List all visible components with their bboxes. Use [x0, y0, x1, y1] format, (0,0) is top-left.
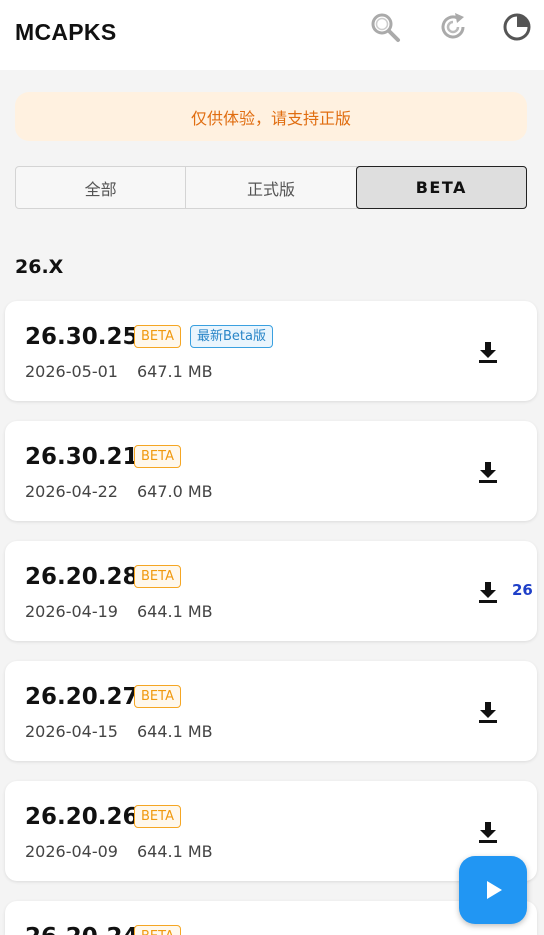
- download-icon[interactable]: [475, 339, 501, 365]
- file-size: 644.1 MB: [136, 602, 213, 621]
- beta-badge: BETA: [134, 325, 181, 348]
- version-card[interactable]: 26.30.21 BETA 2026-04-22 647.0 MB: [5, 421, 537, 521]
- beta-badge: BETA: [134, 445, 181, 468]
- beta-badge: BETA: [134, 805, 181, 828]
- search-icon[interactable]: [368, 10, 402, 44]
- download-icon[interactable]: [475, 579, 501, 605]
- release-date: 2026-04-09: [25, 842, 118, 861]
- theme-toggle-icon[interactable]: [500, 10, 534, 44]
- version-meta: 2026-04-15 644.1 MB: [25, 722, 213, 741]
- refresh-icon[interactable]: [436, 10, 470, 44]
- file-size: 644.1 MB: [136, 722, 213, 741]
- top-app-bar: MCAPKS: [0, 0, 544, 70]
- tab-beta-label: BETA: [415, 178, 467, 197]
- download-icon[interactable]: [475, 699, 501, 725]
- version-card[interactable]: 26.20.27 BETA 2026-04-15 644.1 MB: [5, 661, 537, 761]
- file-size: 647.0 MB: [136, 482, 213, 501]
- version-card[interactable]: 26.20.24 BETA: [5, 901, 537, 935]
- tab-release-label: 正式版: [246, 179, 295, 199]
- tab-release[interactable]: 正式版: [186, 167, 357, 208]
- release-date: 2026-04-15: [25, 722, 118, 741]
- app-title: MCAPKS: [15, 19, 117, 45]
- release-date: 2026-04-22: [25, 482, 118, 501]
- version-number: 26.20.28: [25, 564, 139, 590]
- badge-group: BETA: [134, 565, 181, 588]
- download-icon[interactable]: [475, 819, 501, 845]
- support-notice-banner: 仅供体验，请支持正版: [15, 92, 527, 141]
- play-icon: [487, 881, 502, 899]
- version-number: 26.20.27: [25, 684, 139, 710]
- badge-group: BETA: [134, 805, 181, 828]
- release-filter-tabs: 全部 正式版 BETA: [15, 166, 527, 209]
- version-number: 26.20.26: [25, 804, 139, 830]
- beta-badge: BETA: [134, 565, 181, 588]
- version-meta: 2026-05-01 647.1 MB: [25, 362, 213, 381]
- release-date: 2026-04-19: [25, 602, 118, 621]
- tab-beta[interactable]: BETA: [355, 166, 527, 209]
- version-card[interactable]: 26.20.28 BETA 2026-04-19 644.1 MB 26: [5, 541, 537, 641]
- file-size: 647.1 MB: [136, 362, 213, 381]
- tab-all[interactable]: 全部: [16, 167, 187, 208]
- latest-beta-badge: 最新Beta版: [189, 325, 273, 348]
- section-title: 26.X: [15, 256, 64, 278]
- scroll-version-indicator: 26: [512, 581, 533, 599]
- version-number: 26.30.25: [25, 324, 139, 350]
- file-size: 644.1 MB: [136, 842, 213, 861]
- version-card[interactable]: 26.20.26 BETA 2026-04-09 644.1 MB: [5, 781, 537, 881]
- download-icon[interactable]: [475, 459, 501, 485]
- badge-group: BETA: [134, 925, 181, 935]
- version-card[interactable]: 26.30.25 BETA 最新Beta版 2026-05-01 647.1 M…: [5, 301, 537, 401]
- tab-all-label: 全部: [84, 179, 117, 199]
- beta-badge: BETA: [134, 925, 181, 935]
- version-number: 26.30.21: [25, 444, 139, 470]
- badge-group: BETA: [134, 445, 181, 468]
- play-fab-button[interactable]: [459, 856, 527, 924]
- version-meta: 2026-04-09 644.1 MB: [25, 842, 213, 861]
- badge-group: BETA 最新Beta版: [134, 325, 273, 348]
- beta-badge: BETA: [134, 685, 181, 708]
- badge-group: BETA: [134, 685, 181, 708]
- version-meta: 2026-04-22 647.0 MB: [25, 482, 213, 501]
- version-number: 26.20.24: [25, 924, 139, 935]
- version-meta: 2026-04-19 644.1 MB: [25, 602, 213, 621]
- release-date: 2026-05-01: [25, 362, 118, 381]
- notice-text: 仅供体验，请支持正版: [190, 108, 351, 128]
